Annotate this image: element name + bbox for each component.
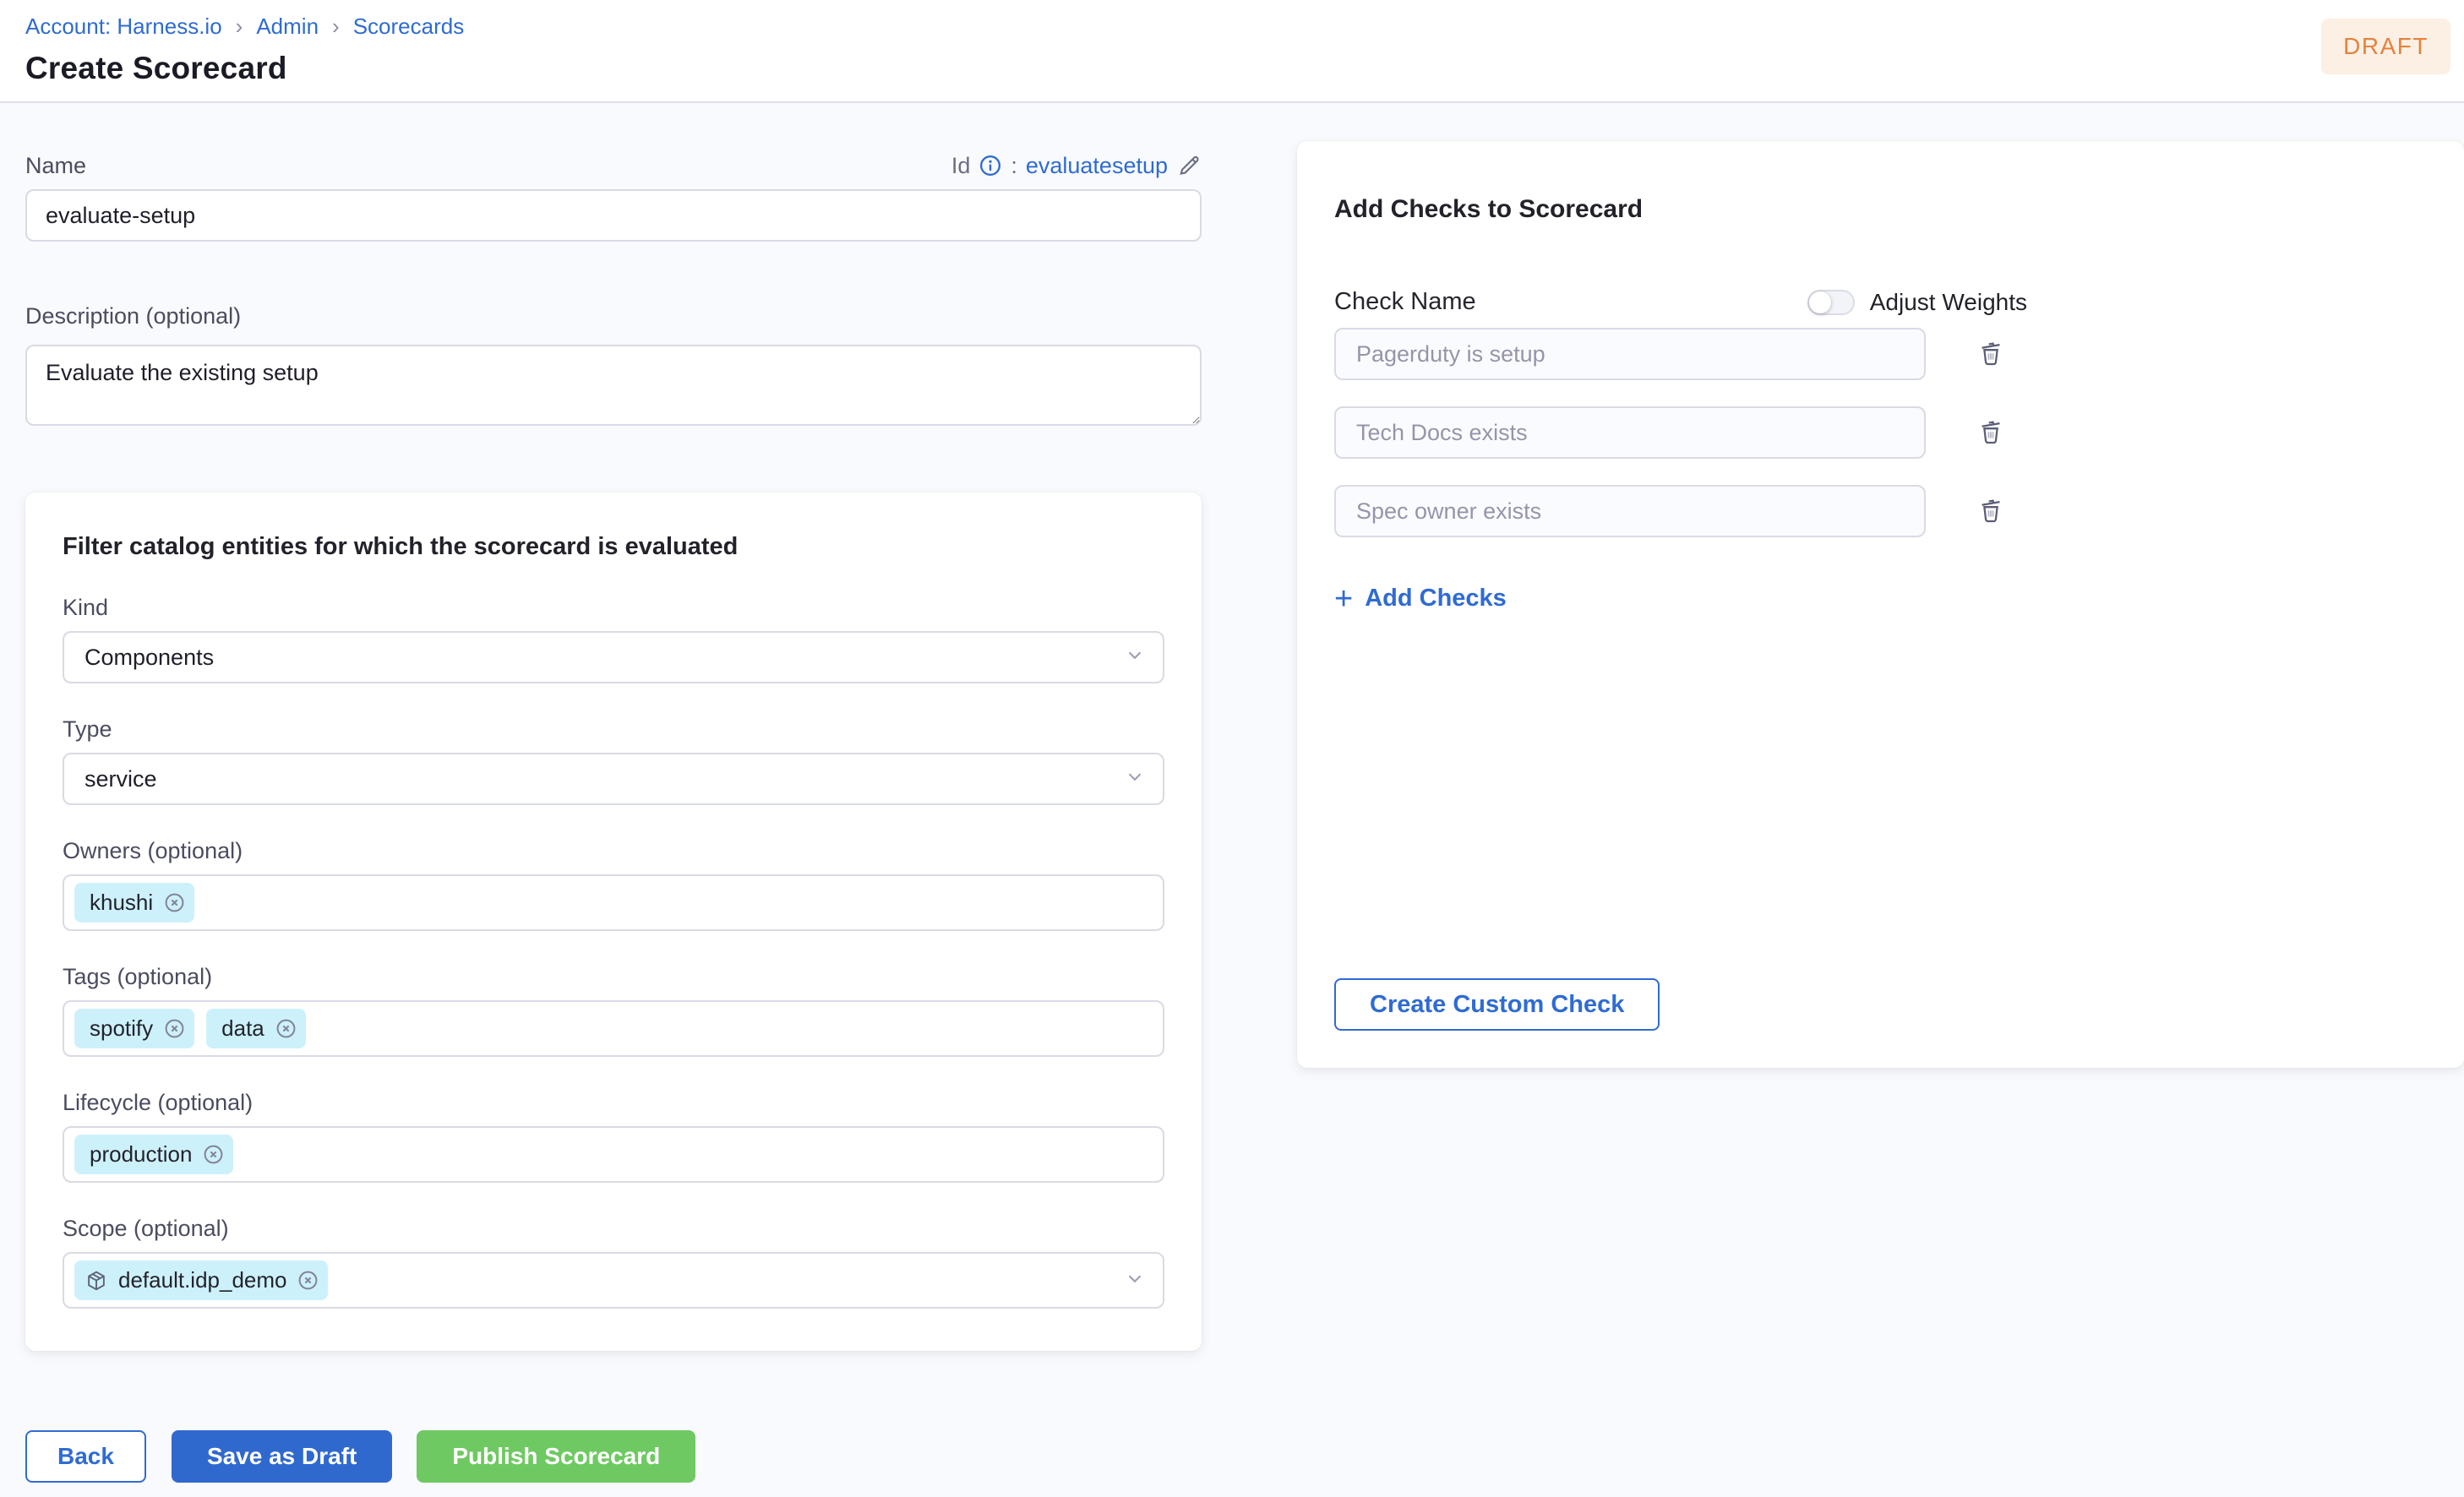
toggle-knob — [1808, 291, 1831, 313]
breadcrumb-scorecards-link[interactable]: Scorecards — [353, 14, 465, 40]
main-content: Name Id : evaluatesetup Description (opt… — [0, 103, 2464, 1483]
filter-heading: Filter catalog entities for which the sc… — [63, 533, 739, 560]
checks-heading: Add Checks to Scorecard — [1334, 195, 1644, 223]
check-header-row: Check Name Adjust Weights — [1334, 288, 2027, 316]
chip-label: production — [90, 1141, 193, 1167]
chip-label: spotify — [90, 1015, 154, 1041]
trash-icon — [1982, 421, 2000, 444]
owner-chip: khushi — [74, 883, 195, 923]
description-label: Description (optional) — [25, 303, 242, 329]
check-name-input[interactable] — [1334, 406, 1926, 459]
page-title: Create Scorecard — [25, 51, 287, 85]
tags-label: Tags (optional) — [63, 964, 213, 989]
save-as-draft-button[interactable]: Save as Draft — [171, 1430, 393, 1483]
check-row — [1334, 485, 2427, 537]
delete-check-button[interactable] — [1976, 418, 2005, 447]
remove-chip-icon[interactable] — [163, 891, 186, 914]
owners-label: Owners (optional) — [63, 838, 243, 863]
name-row: Name Id : evaluatesetup — [25, 152, 1202, 179]
scope-label: Scope (optional) — [63, 1216, 229, 1241]
check-name-input[interactable] — [1334, 328, 1926, 380]
page-header: Account: Harness.io › Admin › Scorecards… — [0, 0, 2464, 103]
tags-field[interactable]: spotify data — [63, 1000, 1164, 1057]
adjust-weights-cluster: Adjust Weights — [1807, 289, 2027, 316]
name-input[interactable] — [25, 189, 1202, 242]
chevron-down-icon — [1124, 1267, 1146, 1293]
remove-chip-icon[interactable] — [202, 1143, 225, 1166]
id-display: Id : evaluatesetup — [951, 153, 1202, 179]
filter-card: Filter catalog entities for which the sc… — [25, 493, 1202, 1351]
type-group: Type service — [63, 716, 1164, 805]
check-name-input[interactable] — [1334, 485, 1926, 537]
delete-check-button[interactable] — [1976, 497, 2005, 525]
type-select[interactable]: service — [63, 753, 1164, 805]
trash-icon — [1982, 499, 2000, 523]
type-value: service — [84, 765, 157, 792]
publish-scorecard-button[interactable]: Publish Scorecard — [417, 1430, 696, 1483]
scope-field[interactable]: default.idp_demo — [63, 1252, 1164, 1309]
info-icon[interactable] — [979, 154, 1002, 177]
owners-field[interactable]: khushi — [63, 874, 1164, 931]
id-value[interactable]: evaluatesetup — [1026, 153, 1168, 179]
kind-select[interactable]: Components — [63, 631, 1164, 683]
tag-chip: spotify — [74, 1009, 195, 1048]
remove-chip-icon[interactable] — [275, 1017, 297, 1040]
name-label: Name — [25, 153, 87, 178]
check-name-column-label: Check Name — [1334, 288, 1476, 315]
kind-group: Kind Components — [63, 594, 1164, 683]
add-checks-button[interactable]: + Add Checks — [1334, 580, 1507, 617]
add-checks-card: Add Checks to Scorecard Check Name Adjus… — [1297, 141, 2464, 1068]
delete-check-button[interactable] — [1976, 340, 2005, 368]
id-colon: : — [1011, 152, 1017, 178]
id-label: Id — [951, 152, 971, 178]
tags-group: Tags (optional) spotify data — [63, 963, 1164, 1057]
description-textarea[interactable]: Evaluate the existing setup — [25, 345, 1202, 426]
owners-group: Owners (optional) khushi — [63, 837, 1164, 931]
scorecard-details-section: Name Id : evaluatesetup Description (opt… — [25, 152, 1202, 1483]
chip-label: data — [221, 1015, 264, 1041]
adjust-weights-label: Adjust Weights — [1869, 288, 2027, 315]
edit-id-icon[interactable] — [1176, 153, 1202, 178]
breadcrumb: Account: Harness.io › Admin › Scorecards — [25, 14, 2464, 40]
remove-chip-icon[interactable] — [297, 1269, 319, 1292]
cube-icon — [84, 1269, 108, 1293]
chevron-down-icon — [1124, 644, 1146, 672]
create-custom-check-button[interactable]: Create Custom Check — [1334, 978, 1660, 1031]
status-badge: DRAFT — [2321, 19, 2450, 74]
lifecycle-label: Lifecycle (optional) — [63, 1090, 253, 1115]
remove-chip-icon[interactable] — [163, 1017, 186, 1040]
plus-icon: + — [1334, 580, 1354, 617]
scope-group: Scope (optional) default.idp_demo — [63, 1215, 1164, 1309]
back-button[interactable]: Back — [25, 1430, 146, 1483]
check-row — [1334, 328, 2427, 380]
breadcrumb-admin-link[interactable]: Admin — [256, 14, 319, 40]
adjust-weights-toggle[interactable] — [1807, 289, 1855, 315]
breadcrumb-separator: › — [235, 14, 243, 39]
breadcrumb-account-link[interactable]: Account: Harness.io — [25, 14, 222, 40]
lifecycle-chip: production — [74, 1135, 234, 1174]
form-actions: Back Save as Draft Publish Scorecard — [25, 1430, 1202, 1483]
chevron-down-icon — [1124, 765, 1146, 793]
add-checks-label: Add Checks — [1365, 585, 1507, 612]
kind-label: Kind — [63, 595, 109, 620]
lifecycle-group: Lifecycle (optional) production — [63, 1089, 1164, 1183]
scope-chip: default.idp_demo — [74, 1260, 329, 1300]
check-row — [1334, 406, 2427, 459]
breadcrumb-separator: › — [332, 14, 340, 39]
tag-chip: data — [206, 1009, 306, 1048]
trash-icon — [1982, 342, 2000, 366]
type-label: Type — [63, 716, 112, 742]
chip-label: khushi — [90, 890, 154, 915]
lifecycle-field[interactable]: production — [63, 1126, 1164, 1183]
kind-value: Components — [84, 644, 215, 670]
chip-label: default.idp_demo — [118, 1267, 287, 1293]
